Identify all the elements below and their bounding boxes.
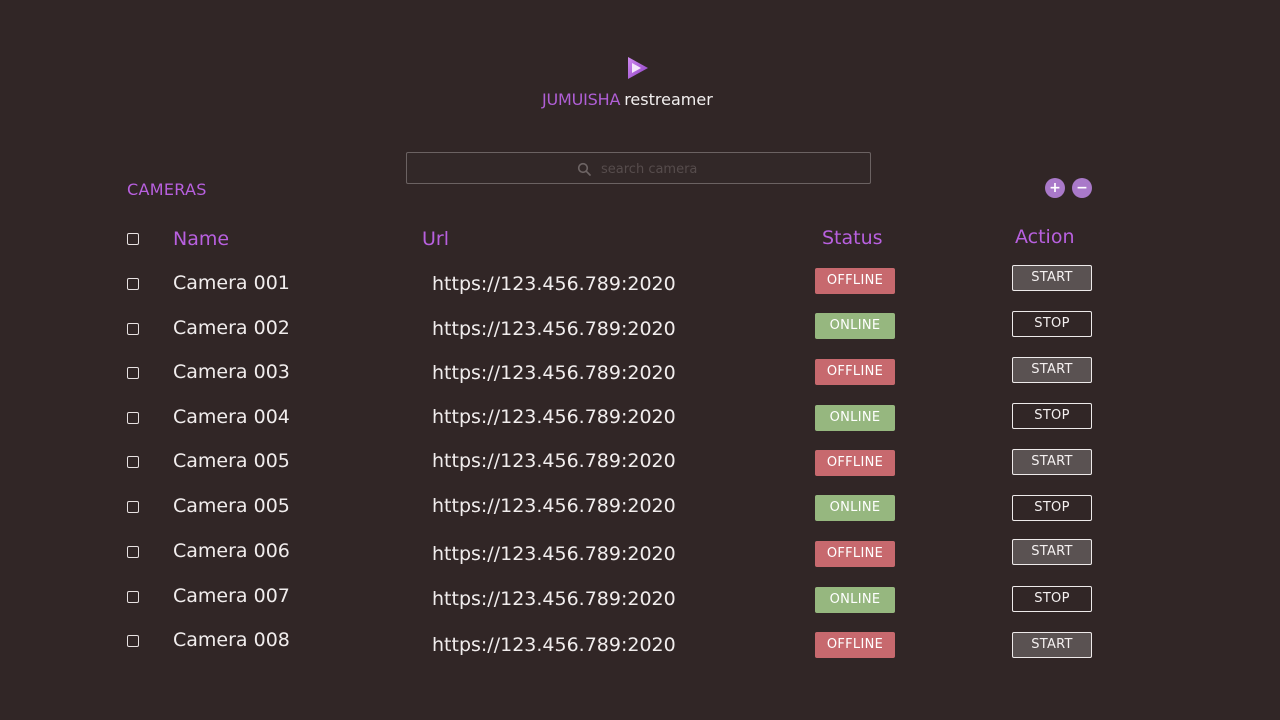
camera-url: https://123.456.789:2020: [432, 362, 676, 384]
stop-button[interactable]: STOP: [1012, 586, 1092, 612]
camera-name: Camera 004: [173, 406, 290, 428]
camera-url: https://123.456.789:2020: [432, 634, 676, 656]
brand-name: JUMUISHA: [542, 90, 621, 109]
table-row: Camera 004 https://123.456.789:2020 ONLI…: [0, 400, 1280, 431]
camera-name: Camera 005: [173, 495, 290, 517]
camera-name: Camera 008: [173, 629, 290, 651]
camera-name: Camera 001: [173, 272, 290, 294]
row-checkbox[interactable]: [127, 591, 139, 603]
table-row: Camera 006 https://123.456.789:2020 OFFL…: [0, 535, 1280, 567]
table-row: Camera 007 https://123.456.789:2020 ONLI…: [0, 580, 1280, 613]
table-row: Camera 005 https://123.456.789:2020 ONLI…: [0, 490, 1280, 521]
camera-url: https://123.456.789:2020: [432, 588, 676, 610]
camera-url: https://123.456.789:2020: [432, 318, 676, 340]
start-button[interactable]: START: [1012, 265, 1092, 291]
section-title: CAMERAS: [127, 180, 207, 199]
app-root: JUMUISHArestreamer CAMERAS + − Name Url …: [0, 0, 1280, 720]
play-icon: [628, 57, 648, 79]
camera-name: Camera 003: [173, 361, 290, 383]
row-checkbox[interactable]: [127, 412, 139, 424]
status-badge: ONLINE: [815, 587, 895, 613]
row-checkbox[interactable]: [127, 635, 139, 647]
table-row: Camera 008 https://123.456.789:2020 OFFL…: [0, 625, 1280, 658]
row-checkbox[interactable]: [127, 278, 139, 290]
row-checkbox[interactable]: [127, 323, 139, 335]
camera-url: https://123.456.789:2020: [432, 406, 676, 428]
camera-url: https://123.456.789:2020: [432, 543, 676, 565]
search-icon: [577, 162, 591, 176]
table-row: Camera 002 https://123.456.789:2020 ONLI…: [0, 310, 1280, 340]
row-checkbox[interactable]: [127, 501, 139, 513]
remove-camera-button[interactable]: −: [1072, 178, 1092, 198]
status-badge: ONLINE: [815, 313, 895, 339]
brand-title: JUMUISHA restreamer: [542, 90, 713, 109]
stop-button[interactable]: STOP: [1012, 403, 1092, 429]
status-badge: ONLINE: [815, 495, 895, 521]
table-row: Camera 005 https://123.456.789:2020 OFFL…: [0, 445, 1280, 476]
select-all-checkbox[interactable]: [127, 233, 139, 245]
column-header-name: Name: [173, 228, 230, 250]
table-row: Camera 001 https://123.456.789:2020 OFFL…: [0, 265, 1280, 295]
row-checkbox[interactable]: [127, 546, 139, 558]
start-button[interactable]: START: [1012, 357, 1092, 383]
table-row: Camera 003 https://123.456.789:2020 OFFL…: [0, 355, 1280, 385]
stop-button[interactable]: STOP: [1012, 311, 1092, 337]
row-checkbox[interactable]: [127, 456, 139, 468]
status-badge: OFFLINE: [815, 541, 895, 567]
stop-button[interactable]: STOP: [1012, 495, 1092, 521]
camera-name: Camera 005: [173, 450, 290, 472]
camera-url: https://123.456.789:2020: [432, 450, 676, 472]
column-header-status: Status: [822, 227, 883, 249]
start-button[interactable]: START: [1012, 449, 1092, 475]
add-camera-button[interactable]: +: [1045, 178, 1065, 198]
column-header-action: Action: [1015, 226, 1075, 248]
brand-subtitle: restreamer: [624, 90, 713, 109]
camera-url: https://123.456.789:2020: [432, 273, 676, 295]
camera-url: https://123.456.789:2020: [432, 495, 676, 517]
start-button[interactable]: START: [1012, 539, 1092, 565]
row-checkbox[interactable]: [127, 367, 139, 379]
status-badge: ONLINE: [815, 405, 895, 431]
camera-name: Camera 002: [173, 317, 290, 339]
search-box[interactable]: [406, 152, 871, 184]
status-badge: OFFLINE: [815, 632, 895, 658]
search-input[interactable]: [599, 157, 843, 181]
status-badge: OFFLINE: [815, 268, 895, 294]
camera-name: Camera 006: [173, 540, 290, 562]
column-header-url: Url: [422, 228, 449, 250]
status-badge: OFFLINE: [815, 450, 895, 476]
camera-name: Camera 007: [173, 585, 290, 607]
start-button[interactable]: START: [1012, 632, 1092, 658]
status-badge: OFFLINE: [815, 359, 895, 385]
